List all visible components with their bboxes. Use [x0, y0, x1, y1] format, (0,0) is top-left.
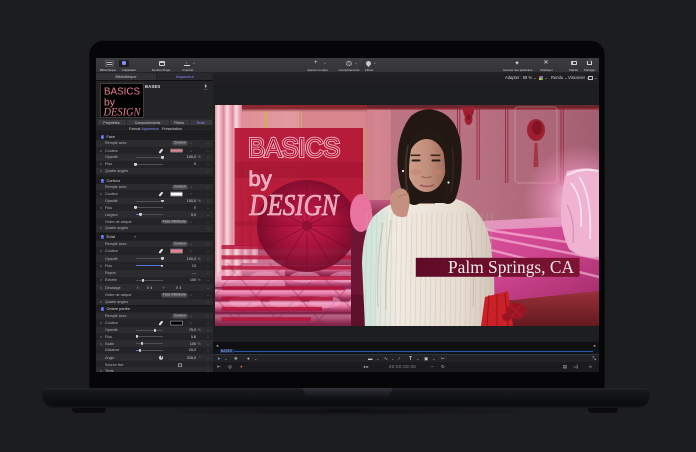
svg-text:DESIGN: DESIGN: [103, 104, 142, 117]
svg-text:Palm Springs, CA: Palm Springs, CA: [448, 257, 574, 277]
svg-text:BASICS: BASICS: [104, 86, 140, 97]
svg-text:BASICS: BASICS: [248, 133, 340, 163]
svg-text:DESIGN: DESIGN: [249, 187, 341, 222]
